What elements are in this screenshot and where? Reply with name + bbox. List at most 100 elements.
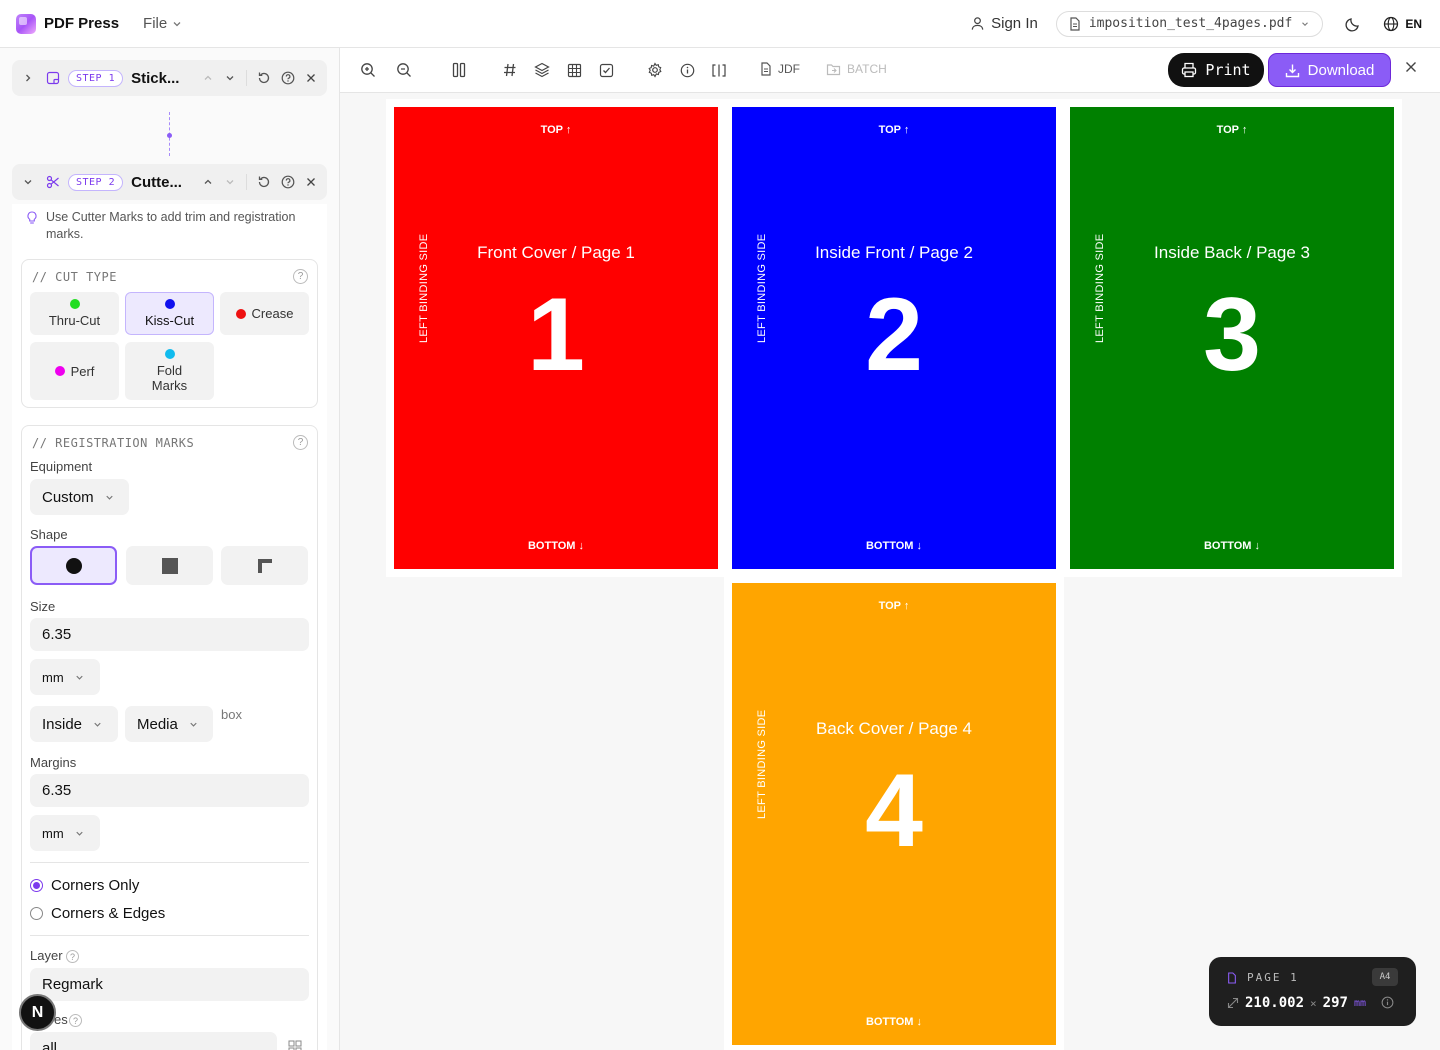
scissors-icon [46, 175, 59, 189]
chevron-down-icon [94, 722, 101, 727]
zoom-in-button[interactable] [358, 60, 378, 80]
reset-icon[interactable] [257, 175, 271, 189]
corners-only-radio[interactable]: Corners Only [30, 877, 139, 894]
pages-input[interactable]: all [30, 1032, 277, 1050]
close-viewer-button[interactable] [1404, 60, 1418, 74]
chevron-down-icon [106, 495, 113, 500]
canvas-toolbar: JDF BATCH Print Download [340, 48, 1440, 93]
chevron-down-icon[interactable] [22, 176, 34, 188]
spread-button[interactable] [709, 60, 729, 80]
help-icon[interactable] [281, 175, 295, 189]
help-icon[interactable]: ? [293, 435, 308, 450]
close-icon[interactable] [305, 176, 317, 188]
pdf-canvas[interactable]: TOP ↑ Front Cover / Page 1 1 LEFT BINDIN… [340, 93, 1440, 1050]
equipment-select[interactable]: Custom [30, 479, 129, 515]
cut-type-fold-marks[interactable]: Fold Marks [125, 342, 214, 400]
size-unit-select[interactable]: mm [30, 659, 100, 695]
cut-type-label: Thru-Cut [48, 313, 101, 328]
cut-type-kiss-cut[interactable]: Kiss-Cut [125, 292, 214, 335]
file-menu[interactable]: File [143, 15, 183, 32]
cut-type-perf[interactable]: Perf [30, 342, 119, 400]
pdf-page-4[interactable]: TOP ↑ Back Cover / Page 4 4 LEFT BINDING… [732, 583, 1056, 1045]
corners-edges-label: Corners & Edges [51, 905, 166, 922]
margins-label: Margins [30, 755, 77, 770]
info-icon[interactable] [1381, 996, 1394, 1009]
chevron-up-icon[interactable] [202, 72, 214, 84]
checkbox-icon [599, 63, 613, 77]
layer-input[interactable]: Regmark [30, 968, 309, 1001]
square-shape-icon [161, 557, 178, 574]
brand[interactable]: PDF Press [16, 13, 119, 34]
grid-icon[interactable] [288, 1040, 302, 1050]
checklist-button[interactable] [596, 60, 616, 80]
settings-button[interactable] [645, 60, 665, 80]
box-select[interactable]: Media [125, 706, 213, 742]
chevron-up-icon[interactable] [202, 176, 214, 188]
jdf-button[interactable]: JDF [760, 62, 800, 76]
pdf-page-3[interactable]: TOP ↑ Inside Back / Page 3 3 LEFT BINDIN… [1070, 107, 1394, 569]
chevron-down-icon [76, 675, 83, 680]
step-1-sticker[interactable]: STEP 1 Stick... [12, 60, 327, 96]
cut-type-crease[interactable]: Crease [220, 292, 309, 335]
page-info-panel: PAGE 1 A4 210.002 × 297 mm [1209, 957, 1416, 1026]
page-bottom-label: BOTTOM ↓ [1203, 540, 1260, 552]
jdf-label: JDF [778, 62, 800, 76]
sign-in-label: Sign In [991, 15, 1038, 32]
help-icon[interactable] [281, 71, 295, 85]
shape-corner[interactable] [221, 546, 308, 585]
close-icon[interactable] [305, 72, 317, 84]
page-number: 3 [1203, 277, 1261, 393]
pdf-page-2[interactable]: TOP ↑ Inside Front / Page 2 2 LEFT BINDI… [732, 107, 1056, 569]
corners-edges-radio[interactable]: Corners & Edges [30, 905, 165, 922]
theme-toggle[interactable] [1345, 16, 1361, 32]
page-numbers-button[interactable] [500, 60, 520, 80]
shape-square[interactable] [126, 546, 213, 585]
columns-button[interactable] [449, 60, 469, 80]
zoom-out-button[interactable] [394, 60, 414, 80]
layers-button[interactable] [532, 60, 552, 80]
position-select[interactable]: Inside [30, 706, 118, 742]
help-icon[interactable]: ? [69, 1014, 82, 1027]
chevron-down-icon[interactable] [224, 72, 236, 84]
language-selector[interactable]: EN [1383, 16, 1422, 32]
pages-label: es [54, 1012, 68, 1027]
equipment-label: Equipment [30, 459, 93, 474]
step-title: Cutte... [131, 173, 182, 191]
sign-in-button[interactable]: Sign In [970, 15, 1038, 32]
file-selector[interactable]: imposition_test_4pages.pdf [1055, 10, 1324, 37]
page-top-label: TOP ↑ [878, 124, 910, 136]
help-icon[interactable]: ? [66, 950, 79, 963]
reset-icon[interactable] [257, 71, 271, 85]
download-button[interactable]: Download [1268, 53, 1391, 87]
print-button[interactable]: Print [1168, 53, 1264, 87]
pdf-page-1[interactable]: TOP ↑ Front Cover / Page 1 1 LEFT BINDIN… [394, 107, 718, 569]
step-badge: STEP 2 [68, 173, 124, 191]
help-icon[interactable]: ? [293, 269, 308, 284]
page-info-label: PAGE 1 [1247, 971, 1299, 984]
step-2-cutter[interactable]: STEP 2 Cutte... [12, 164, 327, 200]
radio-unselected-icon [30, 907, 43, 920]
registration-marks-title: // REGISTRATION MARKS [32, 436, 195, 450]
zoom-out-icon [397, 63, 411, 77]
color-dot [164, 299, 175, 309]
size-unit-value: mm [42, 669, 64, 685]
table-button[interactable] [564, 60, 584, 80]
columns-icon [452, 62, 466, 78]
table-icon [567, 63, 581, 77]
size-input[interactable]: 6.35 [30, 618, 309, 651]
divider [246, 174, 247, 190]
chevron-right-icon[interactable] [22, 72, 34, 84]
chevron-down-icon[interactable] [224, 176, 236, 188]
page-width: 210.002 [1245, 995, 1305, 1011]
info-button[interactable] [677, 60, 697, 80]
shape-circle[interactable] [30, 546, 117, 585]
batch-button[interactable]: BATCH [826, 62, 887, 76]
corner-shape-icon [257, 558, 272, 573]
next-dev-badge[interactable]: N [19, 994, 56, 1031]
sidebar: STEP 1 Stick... STEP 2 Cutte... Use Cutt… [0, 48, 340, 1050]
margins-input[interactable]: 6.35 [30, 774, 309, 807]
shape-label: Shape [30, 527, 68, 542]
cut-type-thru-cut[interactable]: Thru-Cut [30, 292, 119, 335]
page-top-label: TOP ↑ [1216, 124, 1248, 136]
margins-unit-select[interactable]: mm [30, 815, 100, 851]
